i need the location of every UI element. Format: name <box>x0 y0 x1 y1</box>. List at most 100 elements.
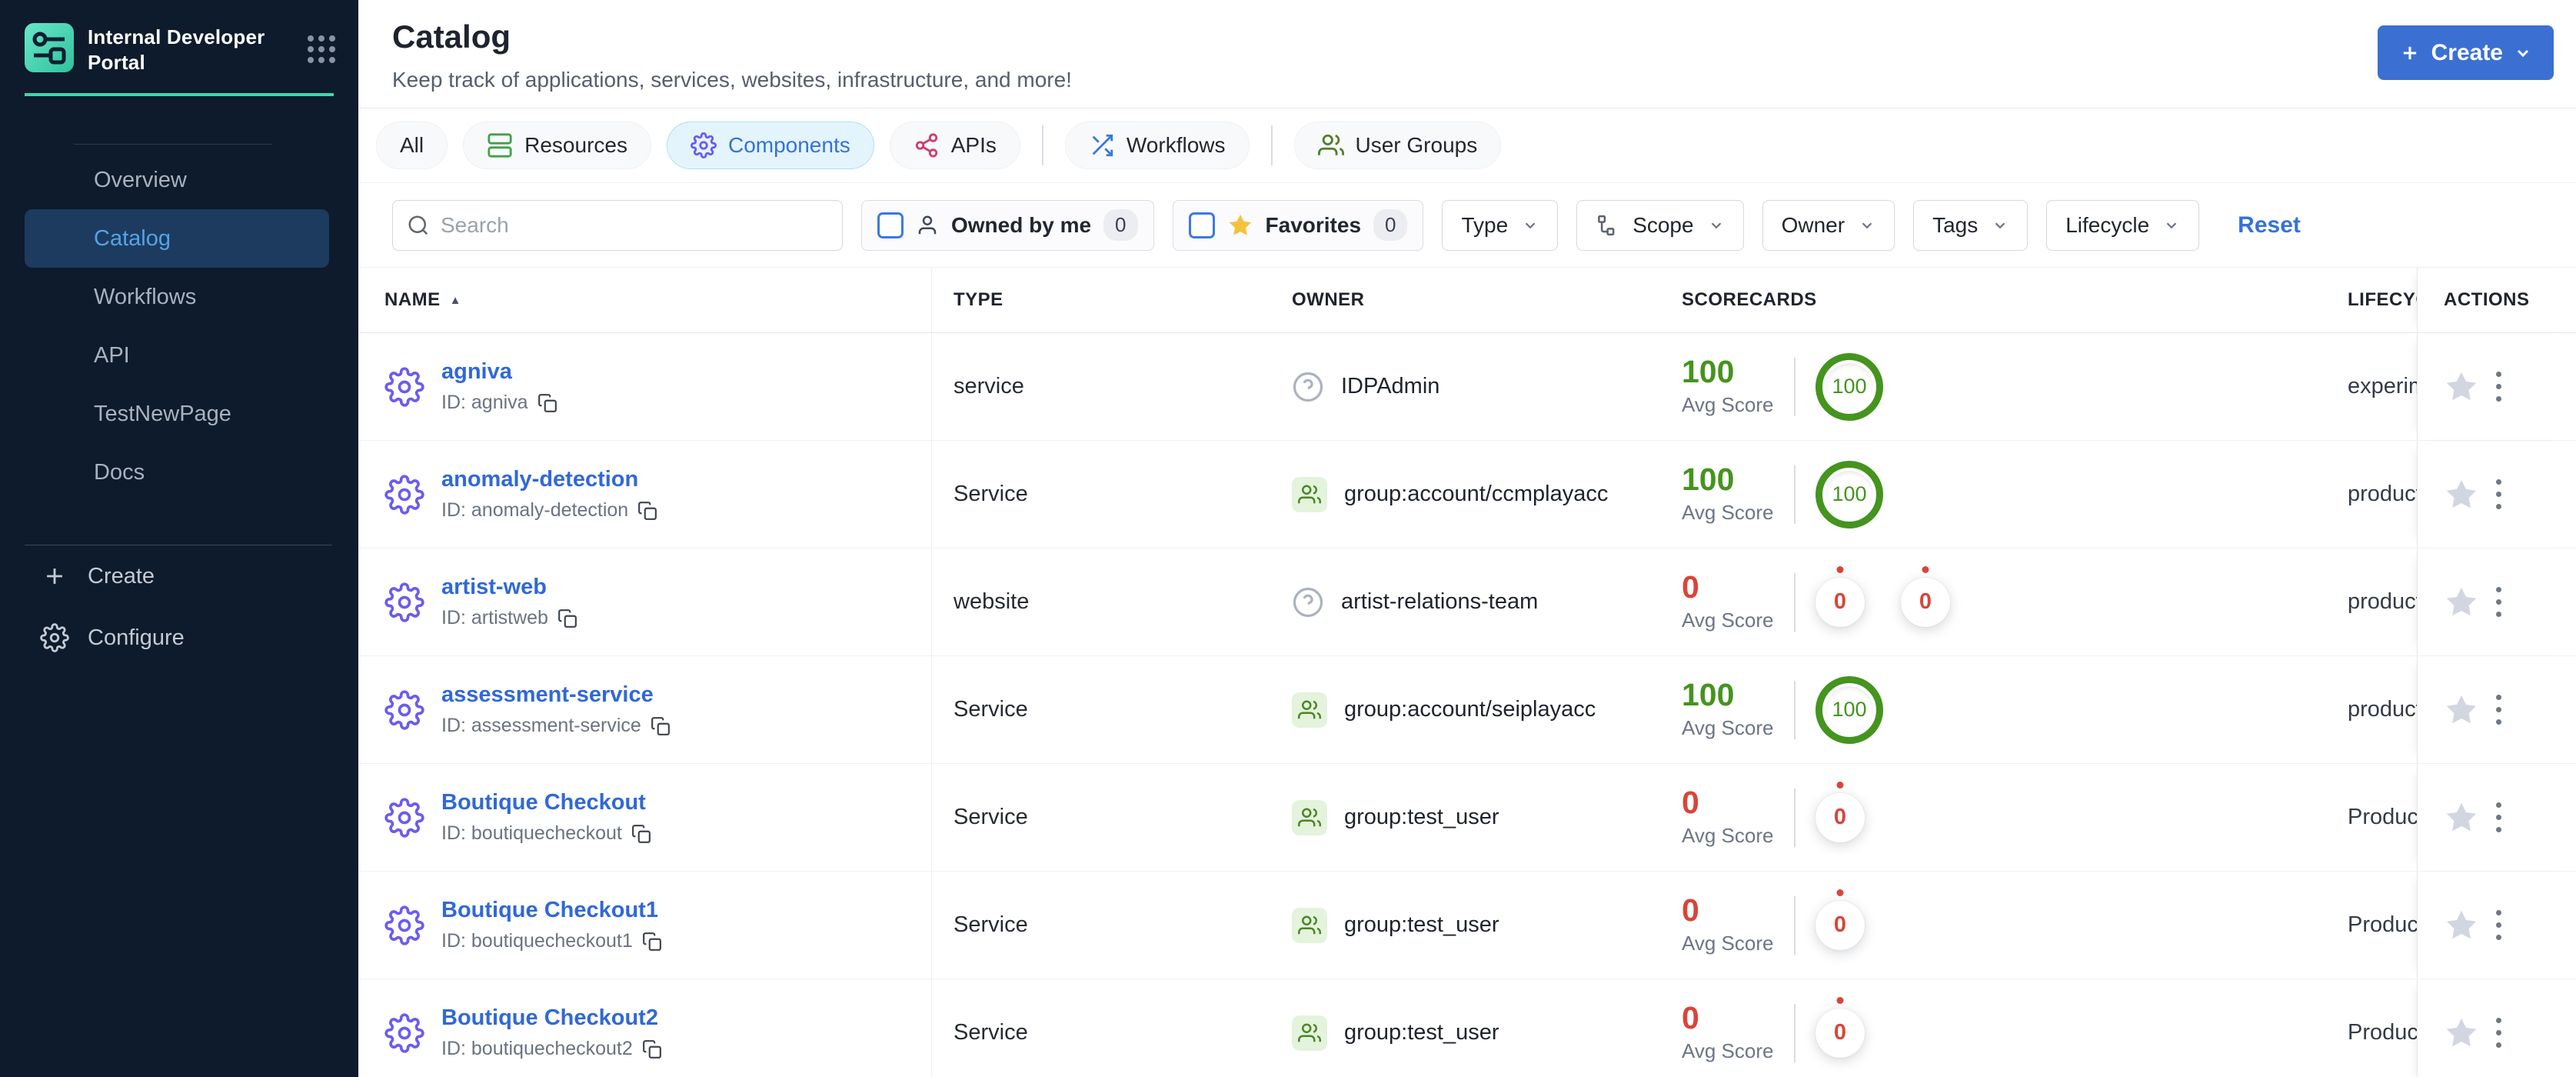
row-menu-kebab-icon[interactable] <box>2490 365 2508 408</box>
favorite-star-icon[interactable] <box>2444 692 2479 728</box>
tab-all[interactable]: All <box>376 122 448 169</box>
avg-score: 0 Avg Score <box>1682 892 1774 955</box>
chevron-down-icon <box>1522 217 1539 234</box>
copy-icon[interactable] <box>637 501 657 521</box>
scorecard-gauge[interactable]: 100 <box>1816 460 1883 528</box>
owned-by-me-count: 0 <box>1103 209 1138 241</box>
row-menu-kebab-icon[interactable] <box>2490 796 2508 839</box>
tab-user-groups[interactable]: User Groups <box>1293 122 1502 169</box>
owned-by-me-filter[interactable]: Owned by me 0 <box>861 199 1154 251</box>
sidebar-item-catalog[interactable]: Catalog <box>25 209 329 268</box>
component-id: ID: boutiquecheckout2 <box>441 1038 662 1060</box>
avg-score: 100 Avg Score <box>1682 677 1774 740</box>
favorite-star-icon[interactable] <box>2444 800 2479 835</box>
sort-asc-icon: ▲ <box>449 293 462 307</box>
favorites-filter[interactable]: Favorites 0 <box>1172 199 1424 251</box>
scope-filter-dropdown[interactable]: Scope <box>1576 199 1744 251</box>
chevron-down-icon <box>1859 217 1875 234</box>
component-gear-icon <box>384 905 424 945</box>
sidebar-configure-button[interactable]: Configure <box>0 607 358 669</box>
scorecard-gauge[interactable]: 0 <box>1816 792 1865 842</box>
component-owner: group:test_user <box>1344 912 1499 937</box>
component-name-link[interactable]: assessment-service <box>441 682 671 708</box>
nav-divider <box>74 144 272 145</box>
accent-bar <box>25 93 334 96</box>
sidebar-item-api[interactable]: API <box>25 326 329 385</box>
component-name-link[interactable]: agniva <box>441 359 557 385</box>
tab-divider <box>1041 125 1043 165</box>
row-menu-kebab-icon[interactable] <box>2490 1012 2508 1054</box>
component-type: service <box>954 374 1024 398</box>
component-owner: group:account/seiplayacc <box>1344 697 1596 722</box>
column-header-owner[interactable]: Owner <box>1286 268 1677 332</box>
favorite-star-icon[interactable] <box>2444 908 2479 943</box>
reset-filters-link[interactable]: Reset <box>2238 212 2301 238</box>
owned-by-me-checkbox[interactable] <box>877 212 904 238</box>
search-input[interactable] <box>441 212 828 238</box>
row-menu-kebab-icon[interactable] <box>2490 904 2508 946</box>
sidebar-item-testnewpage[interactable]: TestNewPage <box>25 385 329 443</box>
scorecard-gauge[interactable]: 0 <box>1816 1008 1865 1058</box>
copy-icon[interactable] <box>631 824 651 844</box>
favorite-star-icon[interactable] <box>2444 1015 2479 1051</box>
column-header-name[interactable]: Name ▲ <box>358 268 932 332</box>
favorites-checkbox[interactable] <box>1188 212 1215 238</box>
type-filter-dropdown[interactable]: Type <box>1442 199 1559 251</box>
scorecard-gauges: 100 <box>1816 675 1883 744</box>
table-header: Name ▲ Type Owner Scorecards Lifecycle A… <box>358 268 2576 333</box>
column-header-type[interactable]: Type <box>932 268 1286 332</box>
app-switcher-icon[interactable] <box>308 35 335 63</box>
tab-resources[interactable]: Resources <box>463 122 651 169</box>
favorite-star-icon[interactable] <box>2444 369 2479 405</box>
tab-workflows[interactable]: Workflows <box>1064 122 1250 169</box>
users-icon <box>1317 132 1344 158</box>
scorecard-gauge[interactable]: 100 <box>1816 675 1883 744</box>
component-name-link[interactable]: artist-web <box>441 575 577 600</box>
user-icon <box>916 214 939 237</box>
lifecycle-filter-dropdown[interactable]: Lifecycle <box>2046 199 2200 251</box>
sidebar-item-docs[interactable]: Docs <box>25 443 329 502</box>
component-id: ID: assessment-service <box>441 715 671 737</box>
scorecard-gauges: 0 <box>1816 900 1865 950</box>
tags-filter-dropdown[interactable]: Tags <box>1913 199 2029 251</box>
column-header-lifecycle[interactable]: Lifecycle <box>2348 268 2417 332</box>
group-owner-icon <box>1292 692 1327 728</box>
owner-filter-dropdown[interactable]: Owner <box>1762 199 1895 251</box>
component-name-link[interactable]: Boutique Checkout <box>441 790 651 815</box>
tab-divider <box>1270 125 1273 165</box>
gear-icon <box>40 623 69 652</box>
scorecard-gauge[interactable]: 100 <box>1816 352 1883 421</box>
copy-icon[interactable] <box>537 393 557 413</box>
sidebar-create-button[interactable]: Create <box>0 545 358 607</box>
copy-icon[interactable] <box>642 932 662 952</box>
sidebar-item-workflows[interactable]: Workflows <box>25 268 329 326</box>
score-divider <box>1794 465 1796 524</box>
row-menu-kebab-icon[interactable] <box>2490 581 2508 623</box>
server-icon <box>487 132 513 158</box>
favorite-star-icon[interactable] <box>2444 477 2479 512</box>
component-name-link[interactable]: Boutique Checkout1 <box>441 898 662 923</box>
row-menu-kebab-icon[interactable] <box>2490 473 2508 515</box>
sidebar-item-overview[interactable]: Overview <box>25 151 329 209</box>
entity-tabs: All Resources Components APIs Workflows <box>358 108 2576 183</box>
scorecard-gauge[interactable]: 0 <box>1816 577 1865 627</box>
tab-apis[interactable]: APIs <box>889 122 1020 169</box>
search-box[interactable] <box>392 199 843 251</box>
app-logo <box>25 23 74 72</box>
component-name-link[interactable]: anomaly-detection <box>441 467 657 492</box>
create-button[interactable]: Create <box>2377 25 2554 80</box>
copy-icon[interactable] <box>651 716 671 736</box>
copy-icon[interactable] <box>557 609 577 629</box>
scorecard-gauge[interactable]: 0 <box>1901 577 1950 627</box>
favorite-star-icon[interactable] <box>2444 585 2479 620</box>
column-header-scorecards[interactable]: Scorecards <box>1677 268 2348 332</box>
tab-components[interactable]: Components <box>666 122 874 169</box>
component-owner: IDPAdmin <box>1341 374 1440 398</box>
api-hub-icon <box>914 132 940 158</box>
row-menu-kebab-icon[interactable] <box>2490 689 2508 731</box>
component-name-link[interactable]: Boutique Checkout2 <box>441 1005 662 1031</box>
copy-icon[interactable] <box>642 1039 662 1059</box>
scorecard-gauge[interactable]: 0 <box>1816 900 1865 950</box>
component-id: ID: anomaly-detection <box>441 499 657 522</box>
score-divider <box>1794 895 1796 955</box>
